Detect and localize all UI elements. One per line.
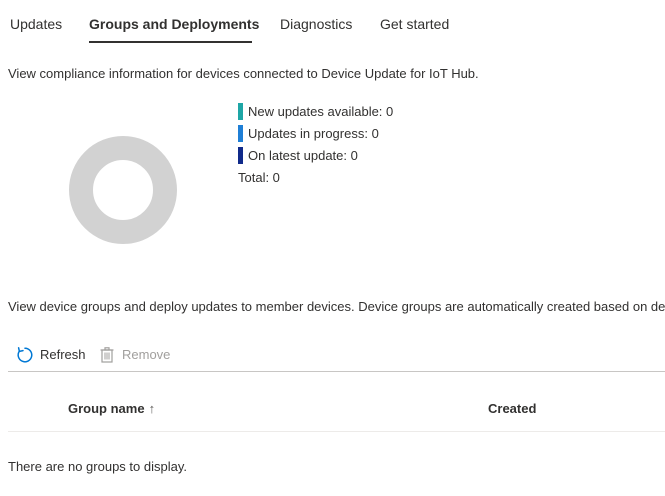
remove-button[interactable]: Remove — [98, 343, 178, 367]
refresh-button[interactable]: Refresh — [16, 343, 96, 367]
trash-icon — [100, 347, 114, 363]
legend-total: Total: 0 — [238, 170, 280, 185]
tab-bar: Updates Groups and Deployments Diagnosti… — [0, 0, 665, 44]
legend-label-on-latest-update: On latest update: 0 — [248, 148, 358, 163]
compliance-description: View compliance information for devices … — [8, 66, 479, 81]
tab-groups-and-deployments[interactable]: Groups and Deployments — [89, 14, 259, 34]
column-header-created[interactable]: Created — [488, 400, 536, 418]
column-header-group-name-label: Group name — [68, 401, 145, 416]
groups-toolbar: Refresh Remove — [8, 340, 665, 372]
tab-get-started[interactable]: Get started — [380, 14, 449, 34]
sort-ascending-icon: ↑ — [148, 401, 156, 416]
refresh-icon — [17, 347, 33, 363]
tab-updates[interactable]: Updates — [10, 14, 62, 34]
column-header-group-name[interactable]: Group name ↑ — [68, 400, 155, 418]
tab-diagnostics[interactable]: Diagnostics — [280, 14, 352, 34]
legend-label-updates-in-progress: Updates in progress: 0 — [248, 126, 379, 141]
legend-swatch-updates-in-progress — [238, 125, 243, 142]
legend-item-on-latest-update: On latest update: 0 — [238, 145, 358, 167]
groups-table-header: Group name ↑ Created — [8, 388, 665, 432]
legend-swatch-on-latest-update — [238, 147, 243, 164]
donut-empty-ring — [69, 136, 177, 244]
active-tab-indicator — [89, 41, 252, 43]
compliance-legend: New updates available: 0 Updates in prog… — [238, 101, 393, 189]
groups-and-deployments-page: Updates Groups and Deployments Diagnosti… — [0, 0, 665, 496]
groups-description: View device groups and deploy updates to… — [8, 299, 665, 314]
remove-label: Remove — [122, 347, 171, 362]
refresh-label: Refresh — [40, 347, 86, 362]
legend-item-updates-in-progress: Updates in progress: 0 — [238, 123, 379, 145]
compliance-donut-chart — [69, 136, 177, 244]
legend-item-new-updates: New updates available: 0 — [238, 101, 393, 123]
empty-groups-message: There are no groups to display. — [8, 459, 187, 474]
legend-label-new-updates: New updates available: 0 — [248, 104, 394, 119]
legend-swatch-new-updates — [238, 103, 243, 120]
